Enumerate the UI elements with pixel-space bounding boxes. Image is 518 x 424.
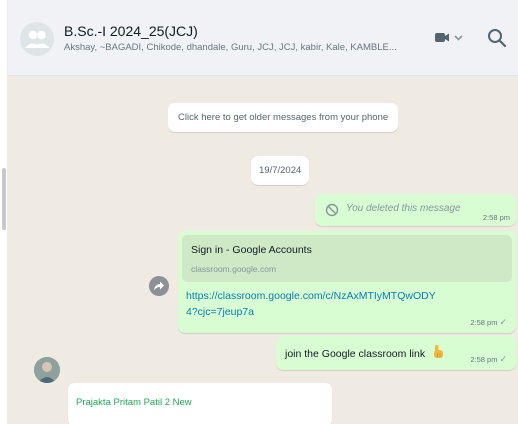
message-meta: 2:58 pm ✓ [470, 354, 507, 365]
join-message-bubble[interactable]: join the Google classroom link 2:58 pm ✓ [276, 336, 516, 370]
scroll-strip [0, 0, 8, 424]
ban-icon [325, 203, 339, 217]
message-time: 2:58 pm [482, 213, 510, 222]
deleted-message-text: You deleted this message [346, 203, 461, 214]
search-icon[interactable] [486, 27, 508, 49]
date-divider: 19/7/2024 [251, 156, 310, 185]
group-members[interactable]: Akshay, ~BAGADI, Chikode, dhandale, Guru… [64, 42, 414, 53]
link-preview-title: Sign in - Google Accounts [191, 244, 312, 256]
message-link[interactable]: https://classroom.google.com/c/NzAxMTIyM… [186, 288, 444, 320]
chat-header: B.Sc.-I 2024_25(JCJ) Akshay, ~BAGADI, Ch… [8, 0, 518, 76]
deleted-message-bubble[interactable]: You deleted this message 2:58 pm [315, 194, 516, 226]
incoming-message-bubble[interactable]: Prajakta Pritam Patil 2 New [68, 383, 332, 424]
message-meta: 2:58 pm ✓ [470, 317, 507, 328]
message-time: 2:58 pm [470, 355, 498, 364]
group-title[interactable]: B.Sc.-I 2024_25(JCJ) [64, 23, 198, 39]
forward-icon[interactable] [149, 276, 169, 296]
sender-avatar[interactable] [34, 357, 60, 383]
link-preview-domain: classroom.google.com [191, 264, 277, 274]
older-messages-pill[interactable]: Click here to get older messages from yo… [168, 103, 399, 132]
sender-name[interactable]: Prajakta Pritam Patil 2 New [76, 397, 192, 408]
message-time: 2:58 pm [470, 318, 498, 327]
link-message-bubble[interactable]: Sign in - Google Accounts classroom.goog… [178, 231, 516, 333]
join-message-text: join the Google classroom link [285, 348, 426, 360]
link-preview[interactable]: Sign in - Google Accounts classroom.goog… [182, 235, 512, 282]
check-icon: ✓ [499, 354, 507, 364]
pointing-down-hand-icon [431, 344, 445, 360]
chat-panel: Click here to get older messages from yo… [8, 77, 518, 424]
group-avatar-icon[interactable] [20, 22, 54, 56]
scrollbar-thumb[interactable] [2, 168, 6, 230]
video-call-icon[interactable] [435, 30, 465, 46]
check-icon: ✓ [499, 317, 507, 327]
